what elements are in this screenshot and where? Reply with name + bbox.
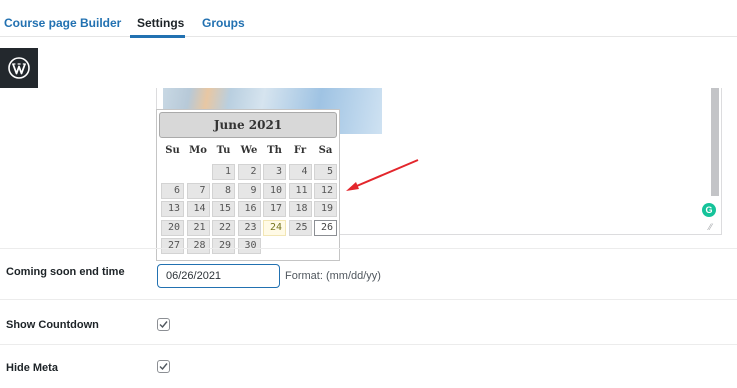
end-time-label: Coming soon end time [6,266,125,278]
hide-meta-checkbox[interactable] [157,360,170,373]
show-countdown-label: Show Countdown [6,319,99,331]
day-cell[interactable]: 13 [161,201,184,217]
datepicker-popup: June 2021 Su Mo Tu We Th Fr Sa 1 2 3 4 5 6 7 8 9 10 11 12… [156,109,340,261]
row-divider [0,344,737,345]
tab-settings[interactable]: Settings [137,16,184,30]
day-cell[interactable]: 10 [263,182,286,199]
day-cell[interactable]: 27 [161,238,184,254]
day-cell[interactable]: 6 [161,182,184,199]
day-cell[interactable]: 29 [212,238,235,254]
wordpress-icon [8,57,30,79]
datepicker-days: 1 2 3 4 5 6 7 8 9 10 11 12 13 14 15 16 17 18 19 20 21 22 23 24 2… [161,164,337,254]
active-tab-indicator [130,35,185,38]
day-cell[interactable]: 24 [263,219,286,236]
weekday-label: Fr [293,145,307,156]
day-cell[interactable]: 30 [237,238,261,254]
day-cell[interactable]: 12 [314,182,337,199]
day-cell[interactable]: 1 [212,164,235,180]
row-divider [0,248,737,249]
weekday-label: Tu [216,145,231,156]
tab-groups[interactable]: Groups [202,16,245,30]
day-cell[interactable]: 19 [314,201,337,217]
day-cell[interactable]: 15 [212,201,235,217]
annotation-arrow [346,159,419,191]
checkmark-icon [159,321,168,329]
day-cell[interactable]: 22 [212,219,235,236]
day-cell[interactable]: 9 [237,182,261,199]
editor-scrollbar[interactable] [711,88,719,196]
day-cell[interactable]: 11 [288,182,312,199]
day-cell[interactable]: 26 [314,219,337,236]
day-cell[interactable]: 20 [161,219,184,236]
day-cell[interactable]: 7 [186,182,210,199]
grammarly-icon[interactable]: G [702,203,716,217]
day-cell[interactable]: 4 [288,164,312,180]
hide-meta-label: Hide Meta [6,362,58,374]
wordpress-logo[interactable] [0,48,38,88]
show-countdown-checkbox[interactable] [157,318,170,331]
empty-day-cell [263,238,286,254]
weekday-label: Su [165,145,180,156]
tab-builder[interactable]: Builder [80,16,121,30]
end-time-input[interactable] [157,264,280,288]
day-cell[interactable]: 17 [263,201,286,217]
weekday-label: Sa [318,145,333,156]
row-divider [0,299,737,300]
weekday-label: Mo [189,145,207,156]
empty-day-cell [161,164,184,180]
day-cell[interactable]: 18 [288,201,312,217]
day-cell[interactable]: 8 [212,182,235,199]
empty-day-cell [289,238,312,254]
resize-handle-icon[interactable]: ⁄⁄ [709,223,718,232]
tab-course-page[interactable]: Course page [4,16,77,30]
weekday-label: Th [267,145,282,156]
checkmark-icon [159,363,168,371]
day-cell[interactable]: 5 [314,164,337,180]
datepicker-title: June 2021 [159,112,337,138]
settings-tabs: Course page Builder Settings Groups [0,0,737,38]
day-cell[interactable]: 3 [263,164,286,180]
weekday-label: We [240,145,258,156]
day-cell[interactable]: 23 [237,219,261,236]
weekday-header-row: Su Mo Tu We Th Fr Sa [161,143,337,159]
day-cell[interactable]: 2 [237,164,261,180]
day-cell[interactable]: 14 [186,201,210,217]
day-cell[interactable]: 28 [186,238,210,254]
date-format-hint: Format: (mm/dd/yy) [285,270,381,282]
empty-day-cell [187,164,210,180]
day-cell[interactable]: 16 [237,201,261,217]
day-cell[interactable]: 25 [288,219,312,236]
empty-day-cell [314,238,337,254]
day-cell[interactable]: 21 [186,219,210,236]
